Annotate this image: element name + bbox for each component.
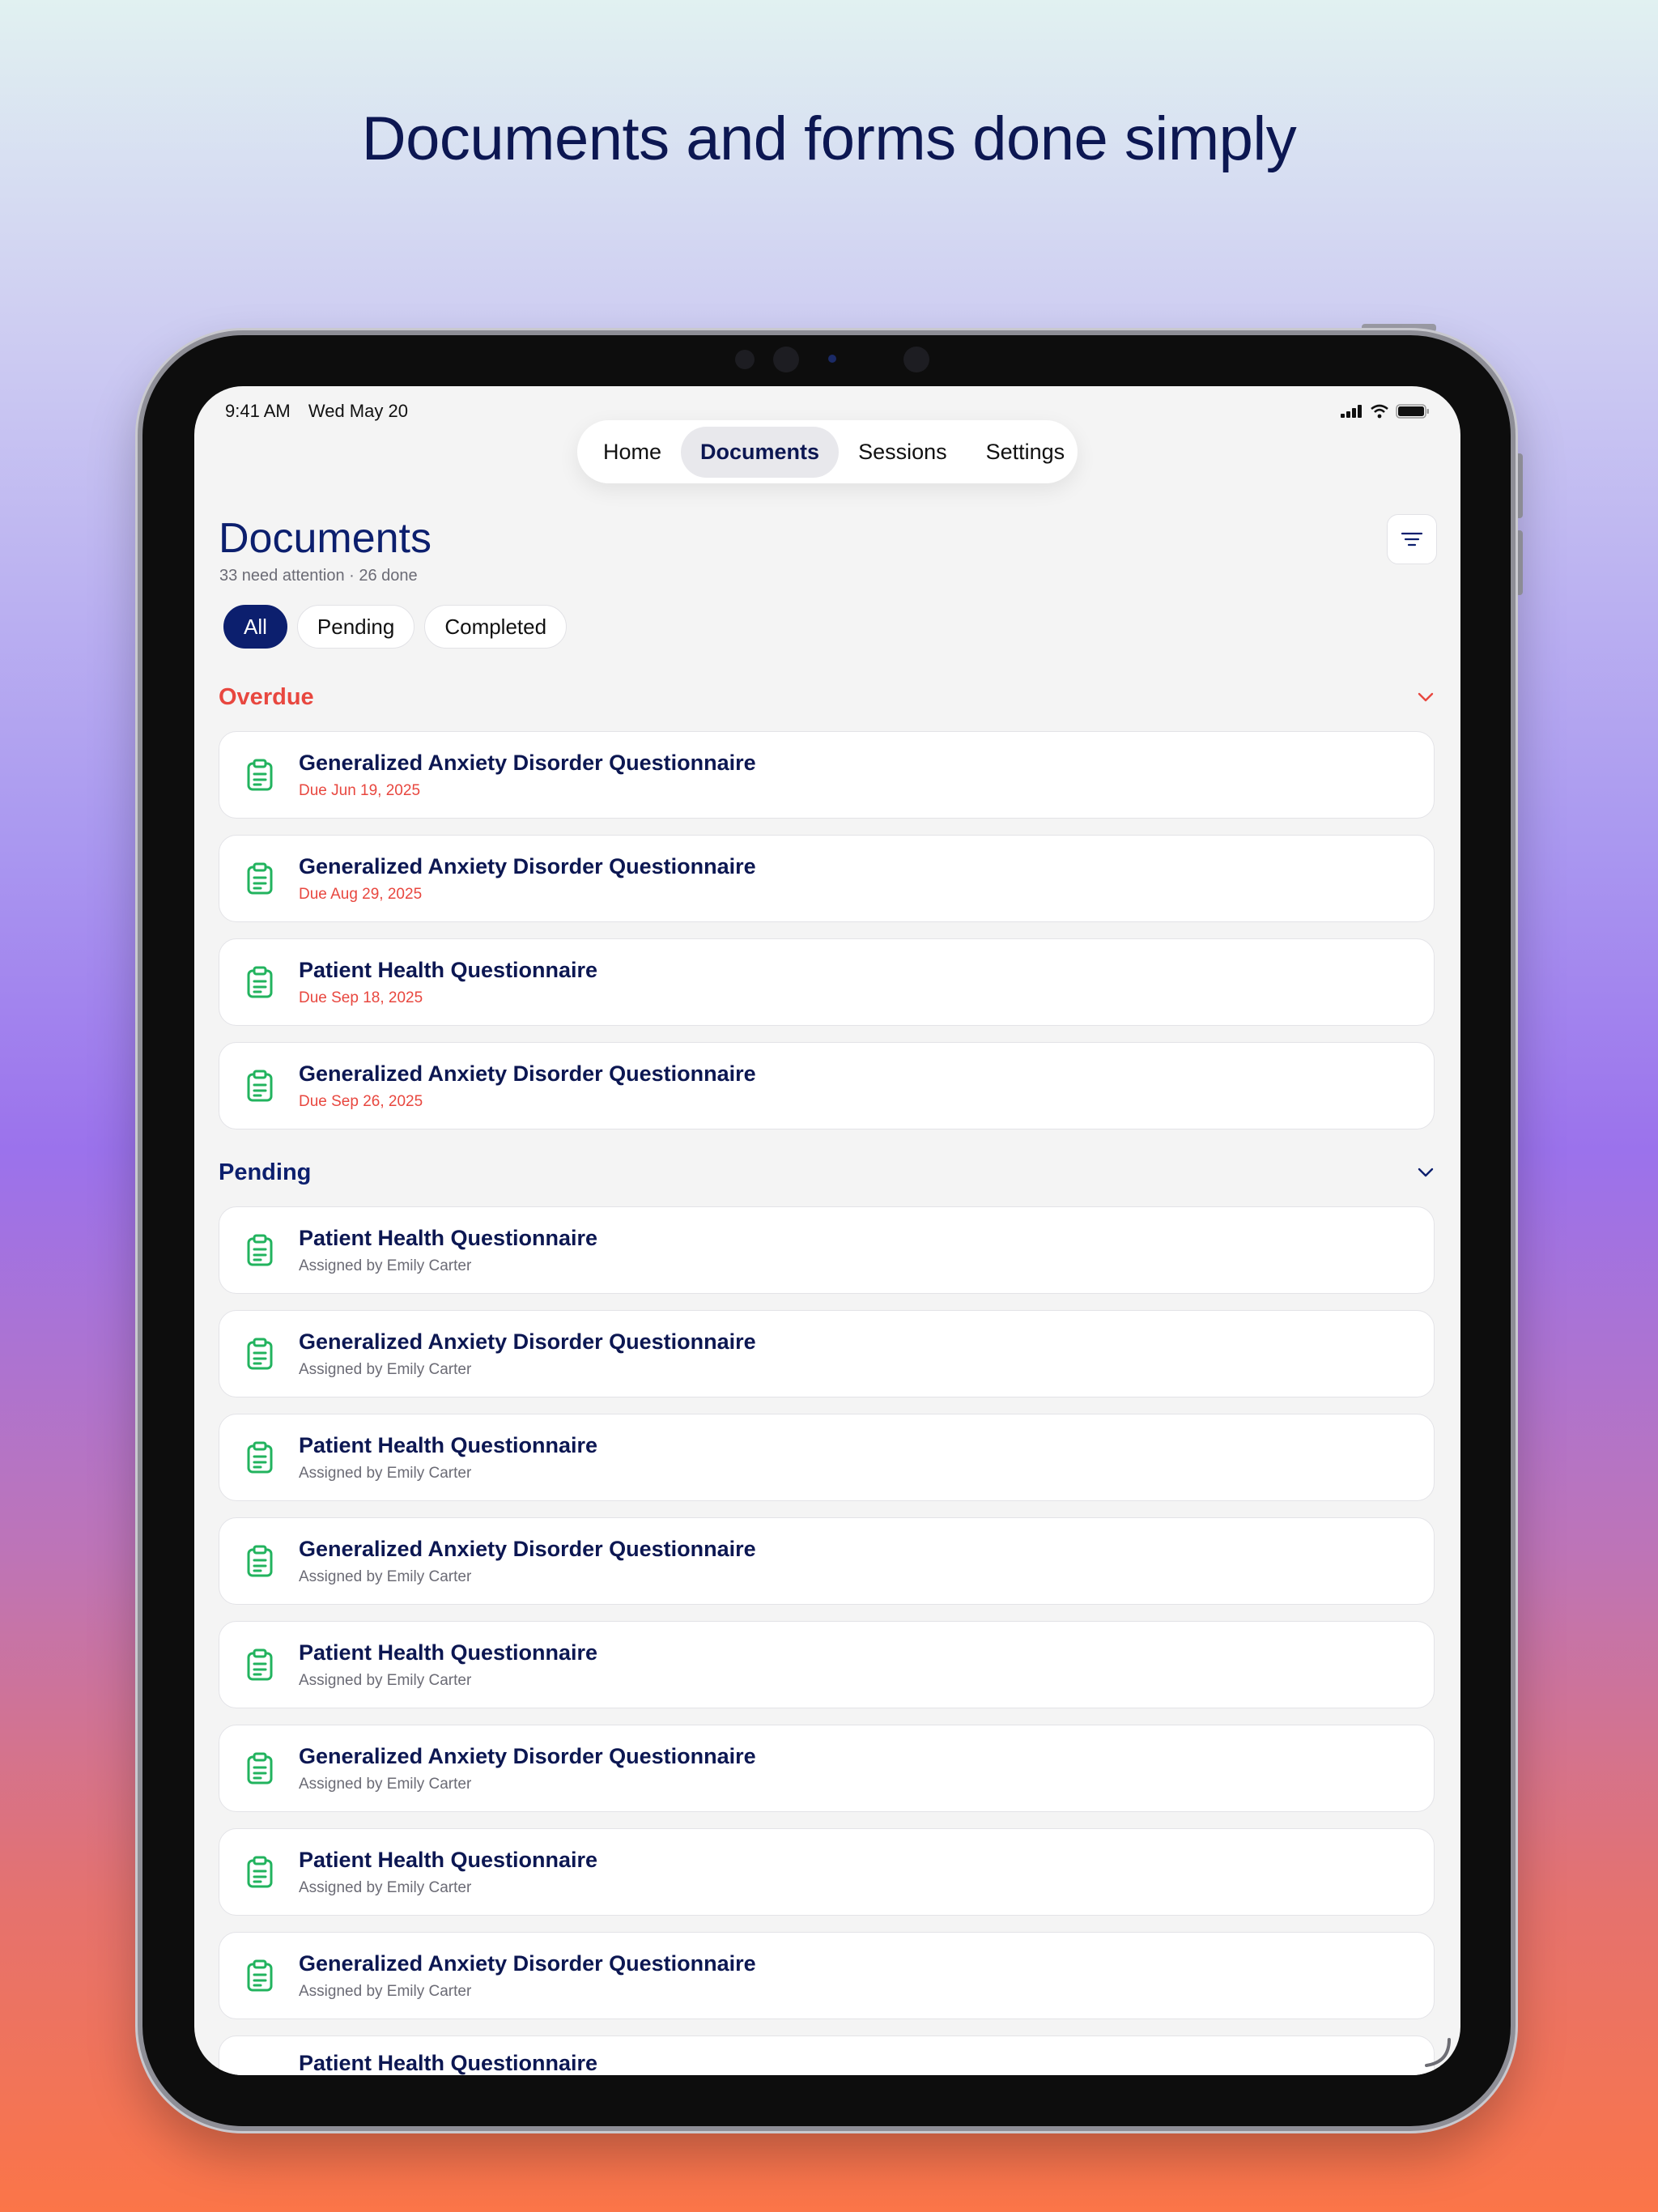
item-title: Patient Health Questionnaire	[299, 2051, 598, 2075]
section-overdue-title: Overdue	[219, 683, 314, 710]
resize-corner-icon	[1425, 2038, 1451, 2067]
clipboard-icon	[247, 1234, 273, 1266]
volume-down-button	[1516, 530, 1523, 595]
app-screen: 9:41 AM Wed May 20 Home Documents Sessio…	[194, 386, 1460, 2075]
tab-sessions[interactable]: Sessions	[839, 427, 967, 478]
chip-completed[interactable]: Completed	[424, 605, 568, 649]
item-title: Patient Health Questionnaire	[299, 1225, 598, 1250]
item-assigned-by: Assigned by Emily Carter	[299, 1360, 472, 1378]
list-item[interactable]: Generalized Anxiety Disorder Questionnai…	[219, 835, 1435, 922]
list-item[interactable]: Patient Health Questionnaire Assigned by…	[219, 1414, 1435, 1501]
pending-list: Patient Health Questionnaire Assigned by…	[219, 1206, 1435, 2075]
filter-icon	[1401, 532, 1423, 547]
item-title: Patient Health Questionnaire	[299, 1640, 598, 1665]
camera-dot	[735, 350, 755, 369]
item-title: Generalized Anxiety Disorder Questionnai…	[299, 1329, 756, 1354]
item-title: Generalized Anxiety Disorder Questionnai…	[299, 1536, 756, 1561]
camera-lens	[773, 347, 799, 372]
tab-documents[interactable]: Documents	[681, 426, 840, 478]
item-title: Patient Health Questionnaire	[299, 957, 598, 982]
list-item[interactable]: Generalized Anxiety Disorder Questionnai…	[219, 731, 1435, 819]
list-item[interactable]: Generalized Anxiety Disorder Questionnai…	[219, 1517, 1435, 1605]
clipboard-icon	[247, 862, 273, 895]
clipboard-icon	[247, 1959, 273, 1992]
list-item[interactable]: Patient Health Questionnaire Assigned by…	[219, 1828, 1435, 1916]
volume-up-button	[1516, 453, 1523, 518]
page-subtitle: 33 need attention · 26 done	[219, 567, 418, 585]
item-assigned-by: Assigned by Emily Carter	[299, 1878, 472, 1896]
top-nav: Home Documents Sessions Settings	[577, 420, 1078, 483]
status-date: Wed May 20	[308, 401, 408, 421]
clipboard-icon	[247, 966, 273, 998]
filter-chips: All Pending Completed	[223, 605, 568, 649]
item-title: Patient Health Questionnaire	[299, 1847, 598, 1872]
clipboard-icon	[247, 1648, 273, 1681]
item-assigned-by: Assigned by Emily Carter	[299, 1775, 472, 1793]
item-due-date: Due Sep 18, 2025	[299, 989, 423, 1006]
item-due-date: Due Aug 29, 2025	[299, 885, 423, 903]
chevron-down-icon	[1418, 1168, 1434, 1177]
clipboard-icon	[247, 1856, 273, 1888]
marketing-headline: Documents and forms done simply	[361, 104, 1297, 173]
list-item[interactable]: Generalized Anxiety Disorder Questionnai…	[219, 1725, 1435, 1812]
sensor-dot	[828, 355, 836, 363]
item-assigned-by: Assigned by Emily Carter	[299, 1464, 472, 1482]
list-item[interactable]: Generalized Anxiety Disorder Questionnai…	[219, 1310, 1435, 1397]
clipboard-icon	[247, 1752, 273, 1784]
item-title: Generalized Anxiety Disorder Questionnai…	[299, 853, 756, 878]
clipboard-icon	[247, 1545, 273, 1577]
item-title: Patient Health Questionnaire	[299, 1432, 598, 1457]
list-item[interactable]: Generalized Anxiety Disorder Questionnai…	[219, 1932, 1435, 2019]
list-item[interactable]: Patient Health Questionnaire Assigned by…	[219, 1621, 1435, 1708]
item-title: Generalized Anxiety Disorder Questionnai…	[299, 1743, 756, 1768]
item-due-date: Due Jun 19, 2025	[299, 781, 421, 799]
battery-icon	[1396, 404, 1429, 419]
wifi-icon	[1371, 404, 1388, 419]
chip-all[interactable]: All	[223, 605, 287, 649]
item-title: Generalized Anxiety Disorder Questionnai…	[299, 1950, 756, 1976]
tab-home[interactable]: Home	[584, 427, 681, 478]
item-title: Generalized Anxiety Disorder Questionnai…	[299, 750, 756, 775]
list-item[interactable]: Patient Health Questionnaire Due Sep 18,…	[219, 938, 1435, 1026]
section-overdue-header[interactable]: Overdue	[219, 681, 1435, 713]
clipboard-icon	[247, 759, 273, 791]
page-title: Documents	[219, 515, 432, 562]
item-assigned-by: Assigned by Emily Carter	[299, 1568, 472, 1585]
section-pending-header[interactable]: Pending	[219, 1156, 1435, 1189]
list-item[interactable]: Patient Health Questionnaire	[219, 2035, 1435, 2075]
section-pending-title: Pending	[219, 1159, 312, 1185]
list-item[interactable]: Patient Health Questionnaire Assigned by…	[219, 1206, 1435, 1294]
list-item[interactable]: Generalized Anxiety Disorder Questionnai…	[219, 1042, 1435, 1129]
clipboard-icon	[247, 1070, 273, 1102]
chip-pending[interactable]: Pending	[296, 605, 415, 649]
overdue-list: Generalized Anxiety Disorder Questionnai…	[219, 731, 1435, 1146]
item-assigned-by: Assigned by Emily Carter	[299, 1982, 472, 2000]
item-assigned-by: Assigned by Emily Carter	[299, 1671, 472, 1689]
item-due-date: Due Sep 26, 2025	[299, 1092, 423, 1110]
chevron-down-icon	[1418, 692, 1434, 702]
status-time: 9:41 AM	[225, 401, 291, 421]
clipboard-icon	[247, 1441, 273, 1474]
filter-button[interactable]	[1387, 514, 1437, 564]
clipboard-icon	[247, 1338, 273, 1370]
item-title: Generalized Anxiety Disorder Questionnai…	[299, 1061, 756, 1086]
tab-settings[interactable]: Settings	[967, 427, 1085, 478]
item-assigned-by: Assigned by Emily Carter	[299, 1257, 472, 1274]
signal-icon	[1341, 405, 1362, 418]
sensor-lens	[903, 347, 929, 372]
